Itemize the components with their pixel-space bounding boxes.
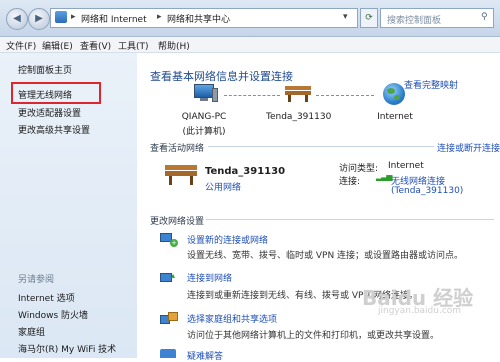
task-setup-connection-desc: 设置无线、宽带、拨号、临时或 VPN 连接；或设置路由器或访问点。 — [187, 251, 464, 261]
access-type-value: Internet — [388, 161, 424, 171]
refresh-button[interactable]: ⟳ — [360, 8, 378, 28]
address-dropdown-icon[interactable]: ▾ — [343, 12, 348, 22]
access-type-label: 访问类型: — [339, 164, 379, 174]
task-troubleshoot[interactable]: 疑难解答 — [187, 349, 223, 362]
connection-line — [316, 95, 374, 96]
sidebar-link-my-wifi[interactable]: 海马尔(R) My WiFi 技术 — [18, 342, 116, 355]
menu-view[interactable]: 查看(V) — [80, 39, 111, 52]
view-full-map-link[interactable]: 查看完整映射 — [404, 78, 458, 91]
active-networks-heading: 查看活动网络 — [150, 144, 205, 154]
sidebar-control-panel-home[interactable]: 控制面板主页 — [18, 63, 72, 76]
search-box[interactable]: 搜索控制面板 ⚲ — [380, 8, 494, 28]
network-type-link[interactable]: 公用网络 — [205, 180, 241, 193]
sidebar-link-internet-options[interactable]: Internet 选项 — [18, 291, 75, 304]
sidebar-link-windows-firewall[interactable]: Windows 防火墙 — [18, 308, 88, 321]
homegroup-icon — [160, 312, 178, 326]
node-computer-name: QIANG-PC — [181, 112, 227, 122]
task-homegroup-sharing-desc: 访问位于其他网络计算机上的文件和打印机，或更改共享设置。 — [187, 331, 440, 341]
search-input[interactable]: 搜索控制面板 — [387, 13, 441, 26]
bench-icon — [285, 86, 311, 102]
signal-strength-icon: ▂▃▅ — [376, 172, 393, 181]
connection-line — [224, 95, 280, 96]
menu-tools[interactable]: 工具(T) — [118, 39, 149, 52]
node-router-name: Tenda_391130 — [266, 112, 332, 122]
connect-disconnect-link[interactable]: 连接或断开连接 — [437, 141, 500, 154]
node-computer-sub: (此计算机) — [182, 127, 226, 137]
menu-bar: 文件(F) 编辑(E) 查看(V) 工具(T) 帮助(H) — [0, 37, 500, 53]
search-icon[interactable]: ⚲ — [481, 12, 488, 22]
new-connection-icon: + — [160, 233, 178, 247]
breadcrumb-network-sharing-center[interactable]: 网络和共享中心 — [167, 12, 230, 25]
computer-icon — [192, 84, 218, 102]
breadcrumb-network-internet[interactable]: 网络和 Internet — [81, 12, 147, 25]
page-title: 查看基本网络信息并设置连接 — [150, 70, 293, 83]
task-connect-network[interactable]: 连接到网络 — [187, 271, 232, 284]
wireless-connection-ssid[interactable]: (Tenda_391130) — [391, 186, 463, 196]
breadcrumb-separator-icon: ▸ — [71, 12, 76, 22]
divider — [206, 219, 494, 220]
task-homegroup-sharing[interactable]: 选择家庭组和共享选项 — [187, 312, 277, 325]
breadcrumb-separator-icon: ▸ — [157, 12, 162, 22]
back-button[interactable]: ◀ — [6, 8, 28, 30]
troubleshoot-icon — [160, 349, 176, 358]
menu-help[interactable]: 帮助(H) — [158, 39, 190, 52]
globe-icon — [383, 83, 405, 105]
sidebar-link-homegroup[interactable]: 家庭组 — [18, 325, 45, 338]
menu-edit[interactable]: 编辑(E) — [42, 39, 73, 52]
task-setup-connection[interactable]: 设置新的连接或网络 — [187, 233, 268, 246]
watermark-url: jingyan.baidu.com — [378, 306, 462, 316]
forward-button[interactable]: ▶ — [28, 8, 50, 30]
network-bench-icon — [165, 165, 197, 185]
change-settings-heading: 更改网络设置 — [150, 217, 205, 227]
see-also-heading: 另请参阅 — [18, 275, 55, 285]
divider — [208, 146, 434, 147]
sidebar-item-advanced-sharing[interactable]: 更改高级共享设置 — [18, 123, 90, 136]
address-bar[interactable]: ▸ 网络和 Internet ▸ 网络和共享中心 ▾ — [50, 8, 358, 28]
connect-network-icon: ▴ — [160, 271, 178, 285]
highlight-box — [11, 82, 101, 104]
address-toolbar: ◀ ▶ ▸ 网络和 Internet ▸ 网络和共享中心 ▾ ⟳ 搜索控制面板 … — [0, 0, 500, 37]
menu-file[interactable]: 文件(F) — [6, 39, 36, 52]
node-internet-name: Internet — [377, 112, 413, 122]
sidebar-item-adapter-settings[interactable]: 更改适配器设置 — [18, 106, 81, 119]
network-folder-icon — [55, 11, 67, 23]
connection-label: 连接: — [339, 177, 361, 187]
network-name: Tenda_391130 — [205, 166, 286, 177]
